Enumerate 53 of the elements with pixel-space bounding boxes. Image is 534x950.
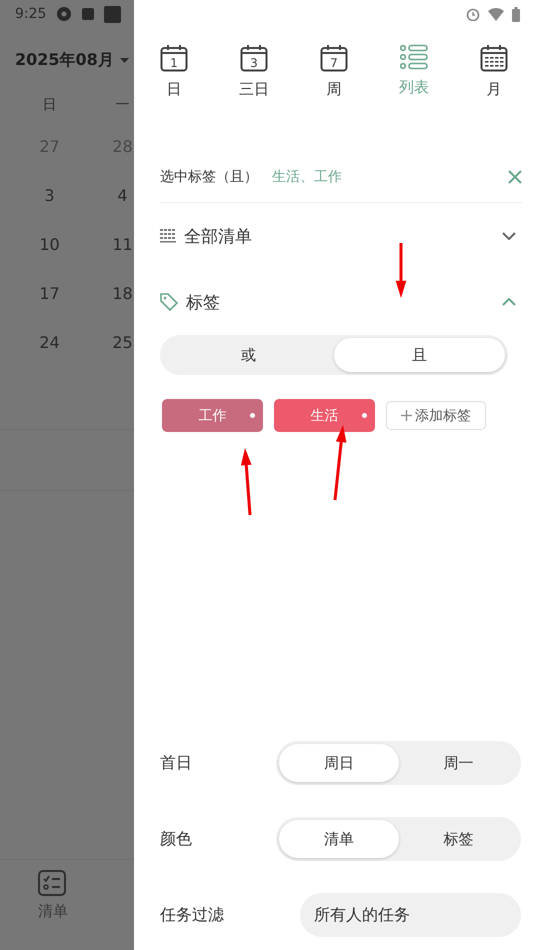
view-tab[interactable]: 月 bbox=[468, 42, 520, 122]
tag-chip[interactable]: 工作 bbox=[162, 399, 263, 432]
chevron-up-icon bbox=[502, 298, 516, 306]
add-tag-button[interactable]: 添加标签 bbox=[386, 401, 486, 430]
date-cell-text: 25 bbox=[111, 332, 134, 354]
weekday-label: 一 bbox=[114, 96, 130, 115]
checklist-icon bbox=[38, 870, 66, 896]
tag-icon bbox=[160, 293, 178, 311]
calendar-icon bbox=[480, 44, 508, 72]
mode-option[interactable]: 且 bbox=[334, 338, 505, 372]
date-cell-text: 24 bbox=[38, 332, 61, 354]
task-filter-dropdown[interactable]: 所有人的任务 bbox=[300, 893, 521, 937]
calendar-icon: 1 bbox=[160, 44, 188, 72]
view-tab[interactable]: 1 日 bbox=[148, 42, 200, 122]
view-tab[interactable]: 7 周 bbox=[308, 42, 360, 122]
weekday-label: 日 bbox=[42, 96, 58, 115]
wifi-icon bbox=[488, 8, 504, 20]
dropdown-icon bbox=[120, 58, 129, 62]
status-time: 9:25 bbox=[15, 6, 46, 22]
date-cell-text: 11 bbox=[111, 234, 134, 256]
setting-label: 首日 bbox=[160, 752, 193, 774]
setting-label: 任务过滤 bbox=[160, 904, 224, 926]
section-header[interactable]: 标签 bbox=[160, 269, 516, 335]
setting-option[interactable]: 周日 bbox=[279, 744, 398, 782]
filter-label: 选中标签（且） bbox=[160, 168, 258, 186]
setting-label: 颜色 bbox=[160, 828, 193, 850]
arrow-drawing bbox=[240, 448, 252, 516]
app-icon bbox=[56, 6, 72, 22]
arrow-drawing bbox=[396, 243, 406, 298]
calendar-icon: 3 bbox=[240, 44, 268, 72]
keyboard-icon bbox=[82, 8, 94, 20]
date-cell-text: 10 bbox=[38, 234, 61, 256]
section-header[interactable]: 全部清单 bbox=[160, 203, 516, 269]
date-cell-text: 17 bbox=[38, 283, 61, 305]
month-title[interactable]: 2025年08月 bbox=[15, 50, 114, 70]
chevron-down-icon bbox=[502, 232, 516, 240]
setting-option[interactable]: 清单 bbox=[279, 820, 398, 858]
date-cell-text: 3 bbox=[43, 185, 56, 207]
list-icon bbox=[400, 44, 428, 70]
square-icon bbox=[104, 6, 122, 22]
calendar-icon: 7 bbox=[320, 44, 348, 72]
close-icon[interactable] bbox=[508, 170, 522, 184]
battery-icon bbox=[512, 6, 520, 22]
view-tab[interactable]: 3 三日 bbox=[228, 42, 280, 122]
filter-value: 生活、工作 bbox=[272, 168, 343, 186]
mode-option[interactable]: 或 bbox=[163, 338, 334, 372]
alarm-icon bbox=[466, 7, 480, 21]
setting-option[interactable]: 标签 bbox=[398, 820, 518, 858]
date-cell-text: 18 bbox=[111, 283, 134, 305]
setting-option[interactable]: 周一 bbox=[398, 744, 518, 782]
date-cell-text: 4 bbox=[116, 185, 129, 207]
list-grid-icon bbox=[160, 229, 176, 243]
plus-icon bbox=[401, 410, 412, 421]
